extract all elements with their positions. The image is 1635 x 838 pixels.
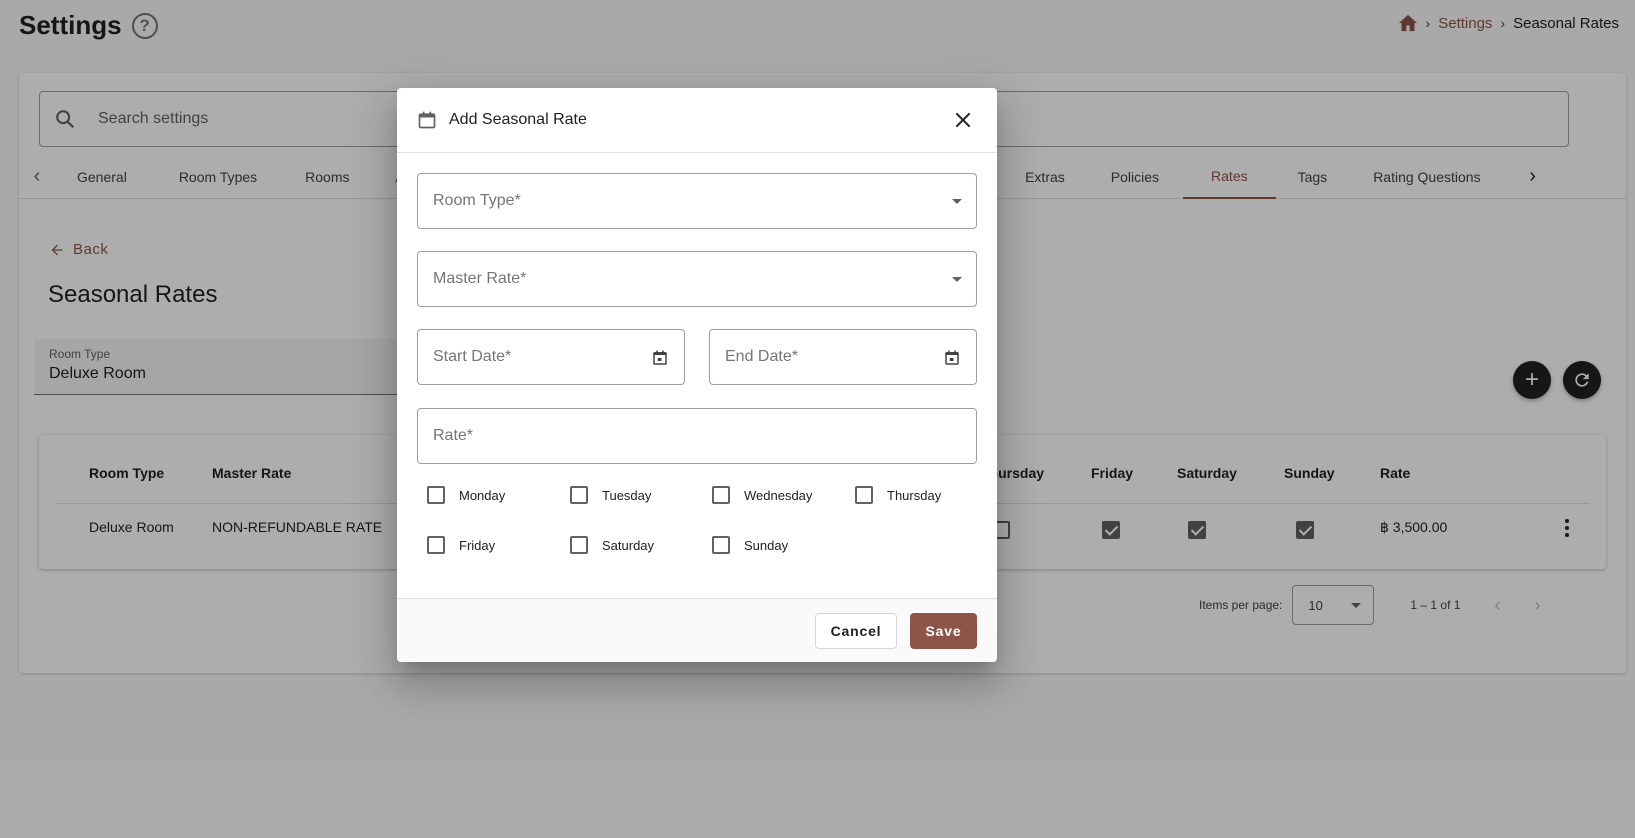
save-button[interactable]: Save <box>910 613 977 649</box>
calendar-icon <box>418 111 436 129</box>
thursday-checkbox[interactable]: Thursday <box>855 486 941 504</box>
close-icon[interactable] <box>953 110 973 130</box>
saturday-checkbox[interactable]: Saturday <box>570 536 654 554</box>
dialog-footer: Cancel Save <box>397 598 997 662</box>
start-date-field[interactable]: Start Date* <box>417 329 685 385</box>
dialog-title: Add Seasonal Rate <box>449 111 587 128</box>
room-type-dropdown[interactable]: Room Type* <box>417 173 977 229</box>
calendar-icon[interactable] <box>651 349 669 367</box>
friday-checkbox[interactable]: Friday <box>427 536 495 554</box>
monday-checkbox[interactable]: Monday <box>427 486 505 504</box>
add-seasonal-rate-dialog: Add Seasonal Rate Room Type* Master Rate… <box>397 88 997 662</box>
dialog-header: Add Seasonal Rate <box>397 88 997 153</box>
end-date-field[interactable]: End Date* <box>709 329 977 385</box>
wednesday-checkbox[interactable]: Wednesday <box>712 486 812 504</box>
chevron-down-icon <box>952 277 962 282</box>
chevron-down-icon <box>952 199 962 204</box>
rate-field[interactable]: Rate* <box>417 408 977 464</box>
sunday-checkbox[interactable]: Sunday <box>712 536 788 554</box>
cancel-button[interactable]: Cancel <box>815 613 897 649</box>
tuesday-checkbox[interactable]: Tuesday <box>570 486 651 504</box>
master-rate-dropdown[interactable]: Master Rate* <box>417 251 977 307</box>
calendar-icon[interactable] <box>943 349 961 367</box>
